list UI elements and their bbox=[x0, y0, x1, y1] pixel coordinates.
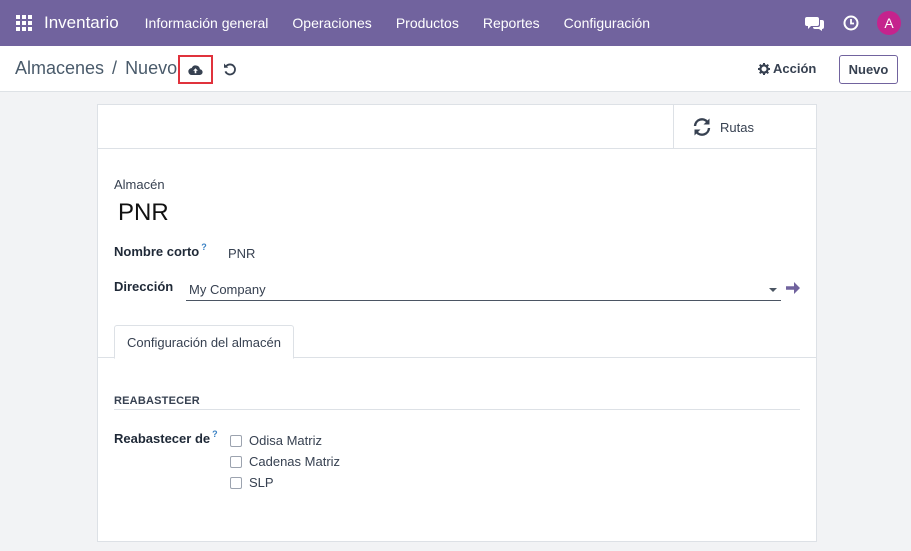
resupply-label-text: Reabastecer de bbox=[114, 431, 211, 446]
checkbox-label: Cadenas Matriz bbox=[249, 454, 341, 469]
address-external-link-button[interactable] bbox=[785, 280, 801, 296]
apps-grid-icon[interactable] bbox=[16, 15, 32, 31]
breadcrumb-separator: / bbox=[112, 58, 118, 78]
action-label: Acción bbox=[773, 61, 817, 76]
top-navbar: Inventario Información general Operacion… bbox=[0, 0, 911, 46]
checkbox-label: SLP bbox=[249, 475, 274, 490]
discard-button[interactable] bbox=[222, 61, 238, 77]
undo-icon bbox=[224, 63, 236, 76]
resupply-option-slp[interactable]: SLP bbox=[230, 472, 340, 493]
checkbox[interactable] bbox=[230, 476, 242, 489]
save-button[interactable] bbox=[178, 55, 213, 84]
checkbox[interactable] bbox=[230, 434, 242, 447]
notebook-tabs: Configuración del almacén bbox=[98, 325, 816, 359]
address-field[interactable]: My Company bbox=[186, 279, 781, 301]
activity-clock-icon[interactable] bbox=[843, 15, 859, 31]
checkbox-label: Odisa Matriz bbox=[249, 433, 322, 448]
user-avatar[interactable]: A bbox=[877, 11, 901, 35]
menu-item-configuracion[interactable]: Configuración bbox=[552, 15, 662, 31]
menu-item-informacion-general[interactable]: Información general bbox=[133, 15, 281, 31]
section-divider bbox=[114, 409, 800, 410]
cloud-upload-icon bbox=[188, 64, 203, 75]
form-sheet: Rutas Almacén PNR Nombre corto? PNR Dire… bbox=[97, 104, 817, 542]
address-label: Dirección bbox=[114, 279, 174, 294]
routes-label: Rutas bbox=[720, 119, 754, 135]
refresh-icon bbox=[693, 118, 711, 136]
gear-icon bbox=[758, 62, 770, 75]
action-menu-button[interactable]: Acción bbox=[758, 61, 816, 76]
app-brand[interactable]: Inventario bbox=[44, 13, 119, 33]
new-button[interactable]: Nuevo bbox=[839, 55, 898, 84]
short-name-input[interactable]: PNR bbox=[228, 246, 255, 261]
checkbox[interactable] bbox=[230, 455, 242, 468]
short-name-help-icon[interactable]: ? bbox=[201, 242, 207, 252]
breadcrumb-current: Nuevo bbox=[125, 58, 178, 78]
control-panel: Almacenes / Nuevo Acción Nuevo bbox=[0, 46, 911, 92]
chat-icon[interactable] bbox=[805, 15, 825, 31]
warehouse-label: Almacén bbox=[114, 177, 165, 192]
resupply-label: Reabastecer de? bbox=[114, 429, 218, 446]
resupply-option-odisa-matriz[interactable]: Odisa Matriz bbox=[230, 430, 340, 451]
resupply-option-cadenas-matriz[interactable]: Cadenas Matriz bbox=[230, 451, 340, 472]
dropdown-caret-icon bbox=[769, 287, 777, 292]
menu-item-operaciones[interactable]: Operaciones bbox=[280, 15, 383, 31]
tab-configuracion-almacen[interactable]: Configuración del almacén bbox=[114, 325, 294, 359]
menu-item-productos[interactable]: Productos bbox=[384, 15, 471, 31]
smart-button-box: Rutas bbox=[98, 105, 816, 149]
arrow-right-icon bbox=[786, 282, 800, 294]
section-title-reabastecer: REABASTECER bbox=[114, 395, 200, 407]
breadcrumb-almacenes[interactable]: Almacenes bbox=[15, 58, 104, 79]
routes-smart-button[interactable]: Rutas bbox=[673, 105, 816, 149]
short-name-label: Nombre corto? bbox=[114, 242, 207, 259]
navbar-systray: A bbox=[787, 0, 901, 46]
menu-item-reportes[interactable]: Reportes bbox=[471, 15, 552, 31]
resupply-help-icon[interactable]: ? bbox=[212, 429, 218, 439]
address-value: My Company bbox=[189, 282, 266, 297]
short-name-label-text: Nombre corto bbox=[114, 244, 200, 259]
resupply-checkbox-list: Odisa Matriz Cadenas Matriz SLP bbox=[230, 430, 340, 493]
breadcrumb: Almacenes / Nuevo bbox=[15, 58, 177, 79]
warehouse-name-input[interactable]: PNR bbox=[118, 199, 169, 227]
